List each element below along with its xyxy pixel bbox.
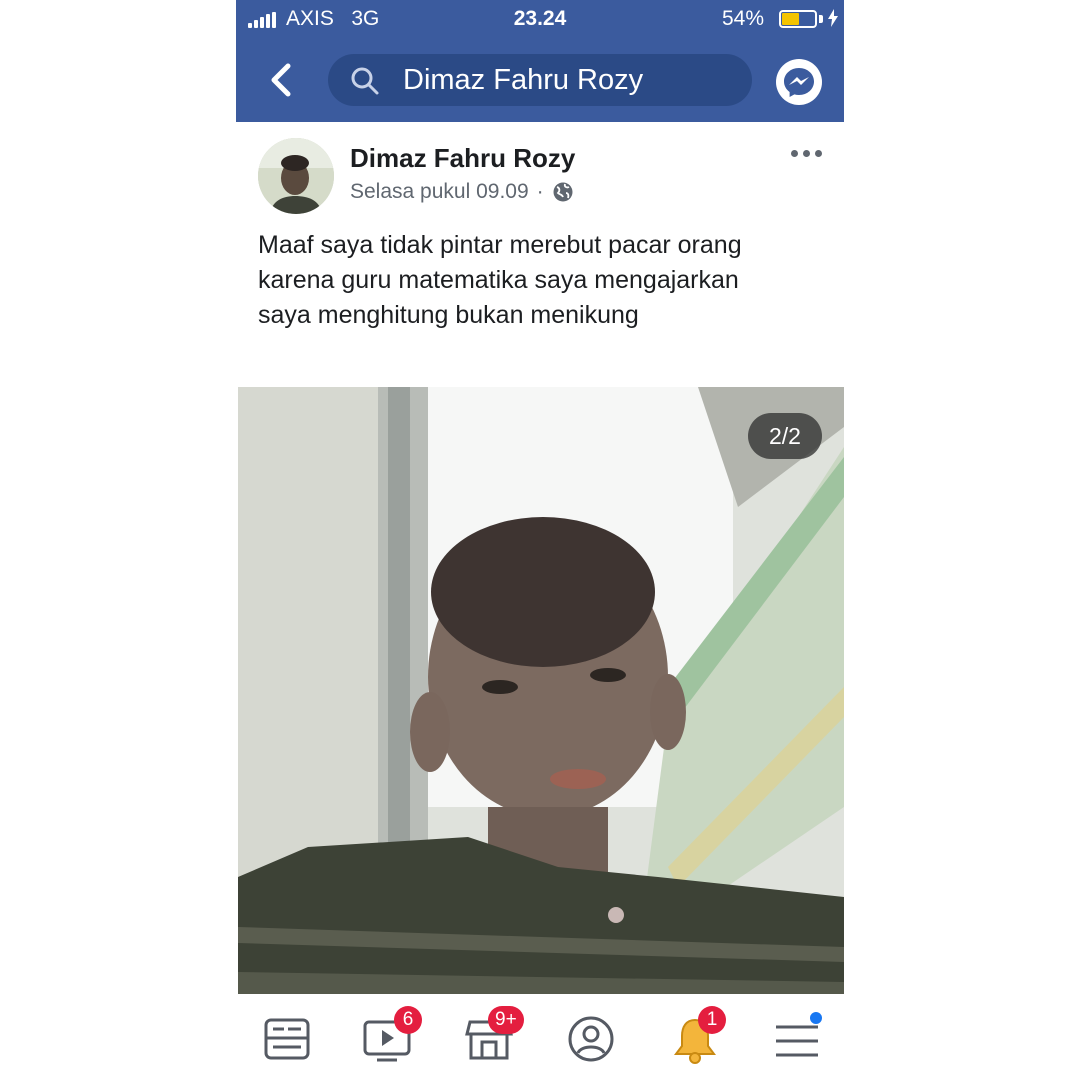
menu-indicator-dot	[810, 1012, 822, 1024]
post-photo-image	[238, 387, 844, 994]
nav-menu[interactable]	[772, 1012, 822, 1064]
more-dot-icon	[791, 150, 798, 157]
nav-news-feed[interactable]	[262, 1014, 312, 1064]
post-timestamp[interactable]: Selasa pukul 09.09	[350, 180, 529, 204]
nav-watch[interactable]: 6	[362, 1006, 422, 1064]
nav-notifications[interactable]: 1	[670, 1006, 726, 1064]
avatar[interactable]	[258, 138, 334, 214]
back-icon[interactable]	[262, 60, 302, 100]
messenger-icon	[784, 68, 814, 97]
post-text-line: karena guru matematika saya mengajarkan	[258, 266, 739, 294]
post-text-line: saya menghitung bukan menikung	[258, 301, 639, 329]
battery-icon	[779, 10, 817, 28]
post-author[interactable]: Dimaz Fahru Rozy	[350, 143, 575, 174]
charging-icon	[828, 9, 838, 27]
search-icon	[351, 67, 379, 95]
post-text-line: Maaf saya tidak pintar merebut pacar ora…	[258, 231, 742, 259]
nav-profile[interactable]	[566, 1014, 616, 1064]
photo-counter: 2/2	[748, 413, 822, 459]
profile-icon	[568, 1016, 614, 1062]
top-bar: AXIS 3G 23.24 54% Dimaz Fahru Rozy	[236, 0, 844, 122]
messenger-button[interactable]	[776, 59, 822, 105]
more-dot-icon	[815, 150, 822, 157]
status-bar: AXIS 3G 23.24 54%	[236, 0, 844, 40]
search-bar[interactable]: Dimaz Fahru Rozy	[328, 54, 752, 106]
post-text: Maaf saya tidak pintar merebut pacar ora…	[258, 228, 828, 333]
post-photo[interactable]: 2/2	[238, 387, 844, 994]
avatar-image	[258, 138, 334, 214]
watch-badge: 6	[394, 1006, 422, 1034]
marketplace-badge: 9+	[488, 1006, 524, 1034]
search-query: Dimaz Fahru Rozy	[403, 64, 644, 96]
meta-separator: ·	[536, 180, 544, 203]
bottom-nav: 6 9+ 1	[236, 996, 844, 1080]
more-dot-icon	[803, 150, 810, 157]
battery-percent: 54%	[721, 7, 764, 30]
notifications-badge: 1	[698, 1006, 726, 1034]
battery-tip	[819, 15, 823, 23]
nav-marketplace[interactable]: 9+	[464, 1006, 524, 1064]
news-feed-icon	[264, 1018, 310, 1060]
post-options-button[interactable]	[791, 150, 822, 157]
post-meta: Selasa pukul 09.09 ·	[350, 180, 574, 204]
facebook-app-screen: AXIS 3G 23.24 54% Dimaz Fahru Rozy Dimaz…	[236, 0, 844, 1080]
globe-icon	[553, 182, 573, 202]
